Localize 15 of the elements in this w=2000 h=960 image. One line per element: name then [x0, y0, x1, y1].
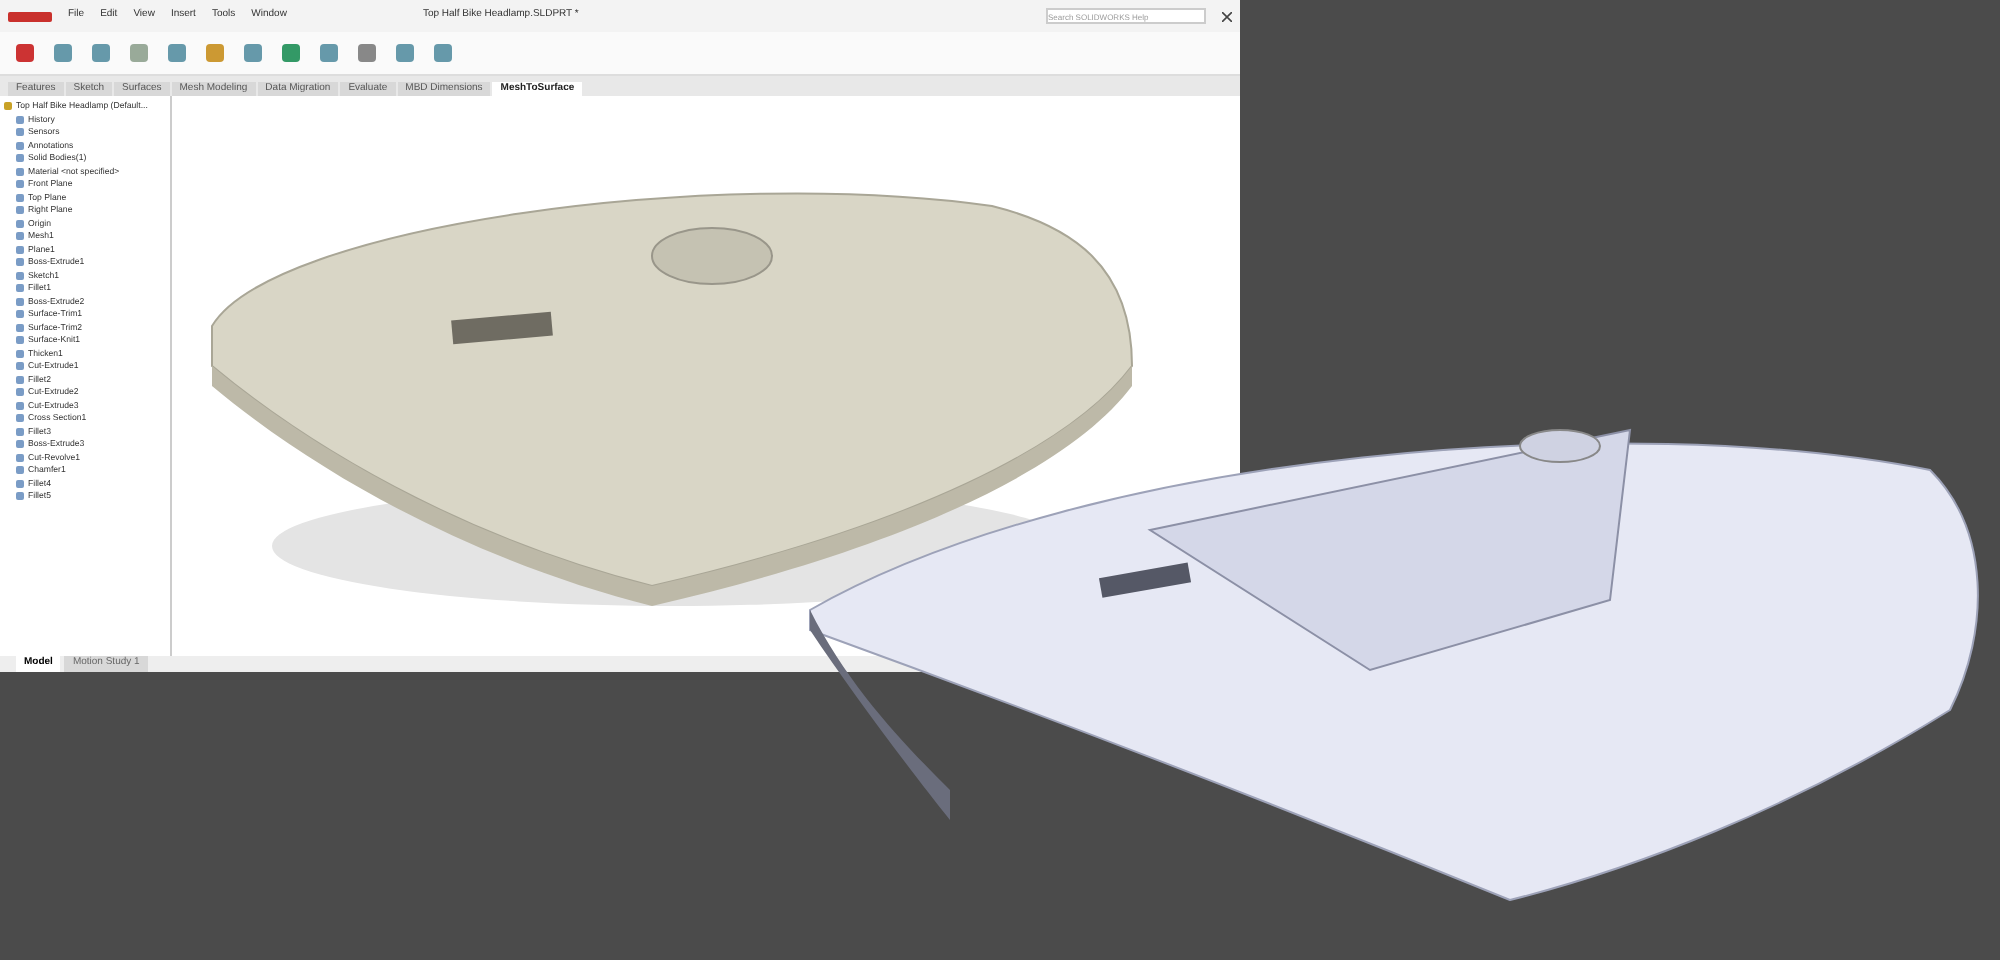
tool-icon[interactable] [434, 44, 452, 62]
tool-icon[interactable] [396, 44, 414, 62]
app-logo-icon [8, 11, 52, 21]
tool-icon[interactable] [92, 44, 110, 62]
tool-icon[interactable] [168, 44, 186, 62]
tool-icon[interactable] [282, 44, 300, 62]
tool-icon[interactable] [244, 44, 262, 62]
tool-icon[interactable] [320, 44, 338, 62]
close-icon[interactable] [1222, 11, 1232, 21]
tool-icon[interactable] [130, 44, 148, 62]
part-icon[interactable] [4, 102, 12, 111]
tool-icon[interactable] [16, 44, 34, 62]
tool-icon[interactable] [206, 44, 224, 62]
tool-icon[interactable] [358, 44, 376, 62]
tool-icon[interactable] [54, 44, 72, 62]
